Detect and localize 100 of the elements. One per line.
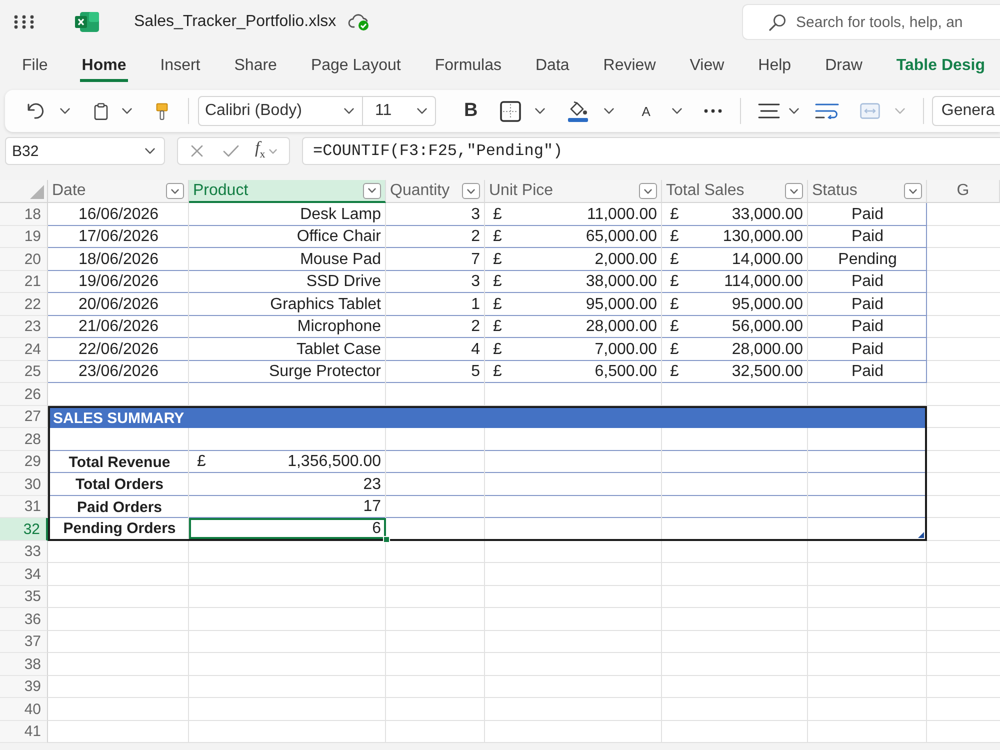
row-header[interactable]: 39 <box>0 676 48 698</box>
chevron-down-icon[interactable] <box>122 108 132 114</box>
resize-handle-icon[interactable] <box>918 532 924 538</box>
align-icon[interactable] <box>758 103 780 119</box>
row-header[interactable]: 38 <box>0 653 48 676</box>
cell-amount: 14,000.00 <box>732 250 803 268</box>
row-header[interactable]: 35 <box>0 586 48 608</box>
function-button[interactable]: f$_{x}$ <box>255 138 266 164</box>
chevron-down-icon[interactable] <box>644 188 652 194</box>
borders-icon[interactable] <box>500 100 521 122</box>
column-header[interactable]: Status <box>808 180 927 203</box>
chevron-down-icon[interactable] <box>145 148 155 154</box>
check-icon[interactable] <box>223 145 239 157</box>
chevron-down-icon[interactable] <box>417 108 427 114</box>
row-header[interactable]: 30 <box>0 473 48 496</box>
ribbon-tab[interactable]: Share <box>232 57 279 82</box>
filter-button[interactable] <box>363 182 381 198</box>
undo-icon[interactable] <box>27 103 45 119</box>
ribbon-tab[interactable]: View <box>688 57 726 82</box>
filter-button[interactable] <box>904 183 922 199</box>
chevron-down-icon[interactable] <box>789 108 800 114</box>
row-header[interactable]: 18 <box>0 203 48 226</box>
chevron-down-icon[interactable] <box>672 108 682 114</box>
chevron-down-icon[interactable] <box>60 108 70 114</box>
clipboard-icon[interactable] <box>94 102 108 120</box>
chevron-down-icon[interactable] <box>467 188 475 194</box>
column-header[interactable]: Quantity <box>386 180 485 203</box>
ribbon-tab[interactable]: Draw <box>823 57 864 82</box>
row-header[interactable]: 24 <box>0 338 48 361</box>
chevron-down-icon[interactable] <box>909 188 917 194</box>
font-name-dropdown[interactable]: Calibri (Body) <box>198 96 363 126</box>
row-header[interactable]: 22 <box>0 293 48 316</box>
row-header[interactable]: 32 <box>0 518 48 541</box>
row-header[interactable]: 29 <box>0 451 48 473</box>
row-header[interactable]: 26 <box>0 383 48 406</box>
filter-button[interactable] <box>166 183 184 199</box>
row-header[interactable]: 37 <box>0 631 48 653</box>
number-format-dropdown[interactable]: Genera <box>932 96 1000 126</box>
chevron-down-icon[interactable] <box>368 188 376 193</box>
ribbon-tab[interactable]: Help <box>756 57 794 82</box>
ribbon-tab[interactable]: Page Layout <box>308 57 403 82</box>
search-bar[interactable]: Search for tools, help, an <box>742 4 1000 40</box>
formula-field[interactable]: =COUNTIF(F3:F25,"Pending") <box>302 137 1000 165</box>
table-cell-text: Surge Protector <box>268 362 382 382</box>
search-icon[interactable] <box>769 14 786 30</box>
search-field[interactable]: Search for tools, help, an <box>796 11 996 33</box>
filter-button[interactable] <box>639 183 657 199</box>
fill-handle[interactable] <box>383 536 390 543</box>
column-header[interactable]: Unit Pice <box>485 180 662 203</box>
paintbrush-icon[interactable] <box>156 102 168 120</box>
column-header[interactable]: G <box>927 180 1000 203</box>
fill-bucket-icon[interactable] <box>566 100 589 122</box>
row-header[interactable]: 25 <box>0 361 48 383</box>
cancel-icon[interactable] <box>191 145 203 157</box>
currency-symbol: £ <box>493 250 502 268</box>
cloud-check-icon[interactable] <box>348 13 370 31</box>
ribbon-tab[interactable]: Review <box>601 57 658 82</box>
wrap-text-icon[interactable] <box>815 103 840 119</box>
ribbon-tab[interactable]: Formulas <box>432 57 504 82</box>
column-header[interactable]: Date <box>48 180 189 203</box>
table-cell-text: Graphics Tablet <box>269 294 382 314</box>
row-header[interactable]: 40 <box>0 698 48 721</box>
merge-cells-icon[interactable] <box>860 103 880 119</box>
ribbon-tab[interactable]: Data <box>534 57 572 82</box>
row-header[interactable]: 28 <box>0 428 48 451</box>
file-name[interactable]: Sales_Tracker_Portfolio.xlsx <box>134 13 336 31</box>
ribbon-tab[interactable]: File <box>20 57 50 82</box>
font-size-dropdown[interactable]: 11 <box>363 96 436 126</box>
cell-amount: 1,356,500.00 <box>288 453 381 471</box>
table-cell-text: 2 <box>470 227 481 247</box>
row-header[interactable]: 20 <box>0 248 48 271</box>
row-header[interactable]: 21 <box>0 271 48 293</box>
row-header[interactable]: 41 <box>0 721 48 743</box>
filter-button[interactable] <box>785 183 803 199</box>
ribbon-tab[interactable]: Table Desig <box>894 57 988 82</box>
ribbon-tab[interactable]: Home <box>80 57 128 82</box>
bold-button[interactable]: B <box>464 100 478 122</box>
row-header[interactable]: 23 <box>0 316 48 338</box>
chevron-down-icon[interactable] <box>604 108 614 114</box>
more-options-icon[interactable] <box>704 109 722 113</box>
row-header[interactable]: 31 <box>0 496 48 518</box>
row-header[interactable]: 19 <box>0 226 48 248</box>
chevron-down-icon[interactable] <box>790 188 798 194</box>
row-header[interactable]: 34 <box>0 563 48 586</box>
column-header[interactable]: Product <box>189 180 386 203</box>
menu-icon[interactable] <box>14 15 34 29</box>
sheet-logo-icon <box>75 11 99 33</box>
chevron-down-icon[interactable] <box>534 108 545 114</box>
font-color-button[interactable]: A <box>642 104 650 118</box>
table-cell-text: Total Orders <box>74 475 165 495</box>
table-cell-text: Paid <box>850 227 885 247</box>
filter-button[interactable] <box>462 183 480 199</box>
row-header[interactable]: 33 <box>0 541 48 563</box>
chevron-down-icon[interactable] <box>344 108 354 114</box>
name-box[interactable]: B32 <box>5 137 165 165</box>
column-header[interactable]: Total Sales <box>662 180 808 203</box>
row-header[interactable]: 27 <box>0 406 48 428</box>
chevron-down-icon[interactable] <box>171 188 179 194</box>
row-header[interactable]: 36 <box>0 608 48 631</box>
ribbon-tab[interactable]: Insert <box>158 57 202 82</box>
